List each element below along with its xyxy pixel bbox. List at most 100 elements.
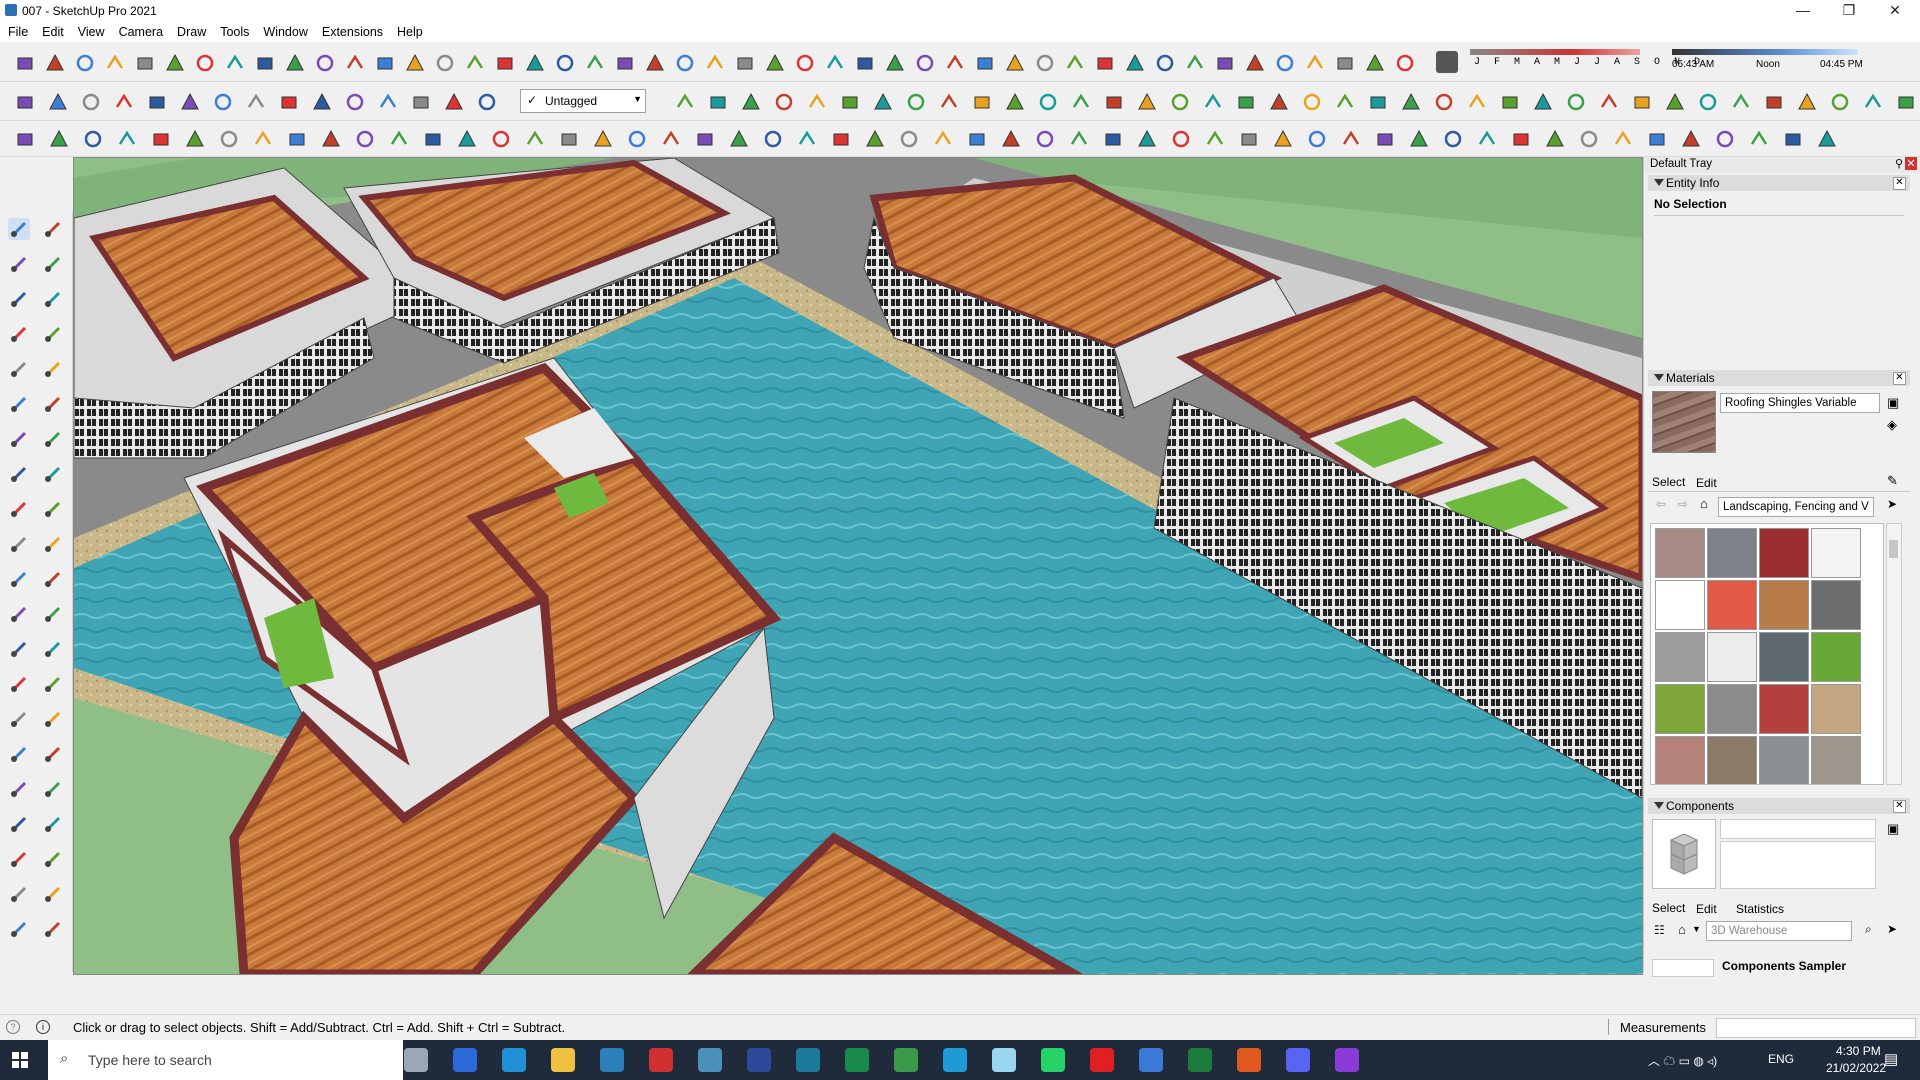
windows-start-icon[interactable]: [12, 1052, 28, 1068]
material-swatch[interactable]: [1707, 684, 1757, 734]
components-sampler-label[interactable]: Components Sampler: [1722, 959, 1846, 973]
row2-tool-icon-50[interactable]: [1796, 91, 1818, 113]
row2-tool-icon-52[interactable]: [1862, 91, 1884, 113]
row1-tool-icon-46[interactable]: [1364, 52, 1386, 74]
row1-tool-icon-21[interactable]: [614, 52, 636, 74]
row2-tool-icon-33[interactable]: [1235, 91, 1257, 113]
chevron-down-icon[interactable]: ▼: [1692, 924, 1701, 934]
row2-tool-icon-6[interactable]: [179, 91, 201, 113]
tray-close-icon[interactable]: ✕: [1905, 157, 1917, 170]
row3-tool-icon-22[interactable]: [728, 128, 750, 150]
component-description-field[interactable]: [1720, 841, 1876, 889]
row3-tool-icon-52[interactable]: [1748, 128, 1770, 150]
row2-tool-icon-43[interactable]: [1565, 91, 1587, 113]
row3-tool-icon-51[interactable]: [1714, 128, 1736, 150]
row1-tool-icon-37[interactable]: [1094, 52, 1116, 74]
component-name-field[interactable]: [1720, 819, 1876, 839]
app-icon[interactable]: [1237, 1048, 1261, 1072]
row3-tool-icon-29[interactable]: [966, 128, 988, 150]
left-tool-icon-19[interactable]: [8, 533, 30, 555]
language-indicator[interactable]: ENG: [1768, 1052, 1794, 1066]
material-swatch[interactable]: [1707, 580, 1757, 630]
row3-tool-icon-28[interactable]: [932, 128, 954, 150]
view-options-icon[interactable]: ☷: [1654, 923, 1665, 937]
row1-tool-icon-16[interactable]: [464, 52, 486, 74]
row2-tool-icon-46[interactable]: [1664, 91, 1686, 113]
left-tool-icon-15[interactable]: [8, 463, 30, 485]
left-tool-icon-6[interactable]: [42, 288, 64, 310]
date-slider[interactable]: [1470, 49, 1640, 55]
left-tool-icon-9[interactable]: [8, 358, 30, 380]
row1-tool-icon-42[interactable]: [1244, 52, 1266, 74]
material-swatch[interactable]: [1759, 684, 1809, 734]
row1-tool-icon-18[interactable]: [524, 52, 546, 74]
row3-tool-icon-5[interactable]: [150, 128, 172, 150]
row3-tool-icon-40[interactable]: [1340, 128, 1362, 150]
row3-tool-icon-47[interactable]: [1578, 128, 1600, 150]
row1-tool-icon-23[interactable]: [674, 52, 696, 74]
row1-tool-icon-17[interactable]: [494, 52, 516, 74]
app-icon[interactable]: [698, 1048, 722, 1072]
row3-tool-icon-24[interactable]: [796, 128, 818, 150]
left-tool-icon-27[interactable]: [8, 673, 30, 695]
row2-tool-icon-41[interactable]: [1499, 91, 1521, 113]
left-tool-icon-24[interactable]: [42, 603, 64, 625]
row3-tool-icon-12[interactable]: [388, 128, 410, 150]
row2-tool-icon-23[interactable]: [905, 91, 927, 113]
entity-info-close-icon[interactable]: ✕: [1893, 177, 1906, 190]
row3-tool-icon-2[interactable]: [48, 128, 70, 150]
row1-tool-icon-31[interactable]: [914, 52, 936, 74]
row1-tool-icon-22[interactable]: [644, 52, 666, 74]
material-swatch[interactable]: [1811, 632, 1861, 682]
time-slider[interactable]: [1672, 49, 1858, 55]
row2-tool-icon-15[interactable]: [476, 91, 498, 113]
left-tool-icon-16[interactable]: [42, 463, 64, 485]
chrome-icon[interactable]: [894, 1048, 918, 1072]
material-swatch[interactable]: [1707, 736, 1757, 784]
row2-tool-icon-16[interactable]: [674, 91, 696, 113]
row3-tool-icon-36[interactable]: [1204, 128, 1226, 150]
component-options-icon[interactable]: ▣: [1887, 821, 1899, 837]
left-tool-icon-20[interactable]: [42, 533, 64, 555]
row2-tool-icon-27[interactable]: [1037, 91, 1059, 113]
row2-tool-icon-32[interactable]: [1202, 91, 1224, 113]
row3-tool-icon-54[interactable]: [1816, 128, 1838, 150]
row2-tool-icon-34[interactable]: [1268, 91, 1290, 113]
shadow-toggle-icon[interactable]: [1436, 51, 1458, 73]
row2-tool-icon-4[interactable]: [113, 91, 135, 113]
system-tray-icons[interactable]: ︿ ☁ ▭ ◍ ◃): [1648, 1052, 1717, 1069]
clock-time[interactable]: 4:30 PM: [1836, 1044, 1881, 1058]
row1-tool-icon-19[interactable]: [554, 52, 576, 74]
row1-tool-icon-45[interactable]: [1334, 52, 1356, 74]
row2-tool-icon-19[interactable]: [773, 91, 795, 113]
row3-tool-icon-50[interactable]: [1680, 128, 1702, 150]
row1-tool-icon-25[interactable]: [734, 52, 756, 74]
app-icon[interactable]: [796, 1048, 820, 1072]
material-swatch[interactable]: [1707, 632, 1757, 682]
left-tool-icon-22[interactable]: [42, 568, 64, 590]
row3-tool-icon-25[interactable]: [830, 128, 852, 150]
row3-tool-icon-44[interactable]: [1476, 128, 1498, 150]
tag-dropdown[interactable]: ✓ Untagged ▼: [520, 89, 646, 113]
row1-tool-icon-33[interactable]: [974, 52, 996, 74]
row3-tool-icon-42[interactable]: [1408, 128, 1430, 150]
row1-tool-icon-7[interactable]: [194, 52, 216, 74]
row3-tool-icon-8[interactable]: [252, 128, 274, 150]
measurements-input[interactable]: [1716, 1018, 1916, 1038]
row2-tool-icon-38[interactable]: [1400, 91, 1422, 113]
row3-tool-icon-18[interactable]: [592, 128, 614, 150]
sketchup-icon[interactable]: [600, 1048, 624, 1072]
row3-tool-icon-13[interactable]: [422, 128, 444, 150]
menu-tools[interactable]: Tools: [212, 22, 255, 39]
app-icon[interactable]: [992, 1048, 1016, 1072]
row3-tool-icon-31[interactable]: [1034, 128, 1056, 150]
menu-window[interactable]: Window: [255, 22, 313, 39]
row2-tool-icon-28[interactable]: [1070, 91, 1092, 113]
row1-tool-icon-12[interactable]: [344, 52, 366, 74]
left-tool-icon-41[interactable]: [8, 918, 30, 940]
row2-tool-icon-12[interactable]: [377, 91, 399, 113]
component-search-input[interactable]: 3D Warehouse: [1706, 921, 1852, 941]
row1-tool-icon-30[interactable]: [884, 52, 906, 74]
row1-tool-icon-29[interactable]: [854, 52, 876, 74]
row2-tool-icon-1[interactable]: [14, 91, 36, 113]
